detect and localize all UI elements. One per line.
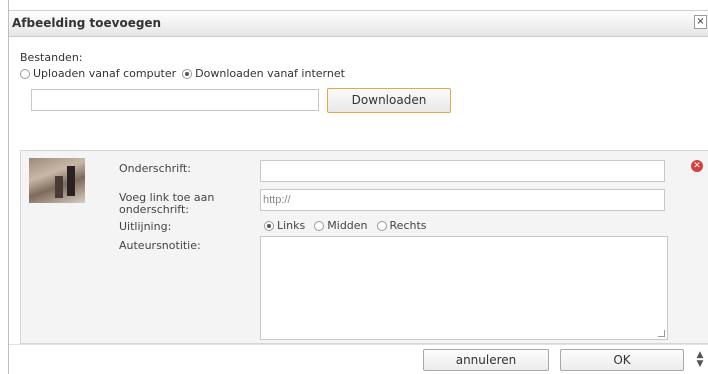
- radio-align-left[interactable]: [264, 220, 274, 231]
- files-label: Bestanden:: [20, 51, 83, 64]
- add-image-dialog: Afbeelding toevoegen × Bestanden: Upload…: [8, 0, 708, 374]
- remove-image-icon[interactable]: ✕: [691, 160, 703, 172]
- image-thumbnail: [29, 158, 85, 203]
- ok-button[interactable]: OK: [560, 349, 684, 371]
- cancel-button[interactable]: annuleren: [423, 349, 549, 371]
- scroll-arrows-icon[interactable]: ▲ ▼: [695, 351, 705, 369]
- author-note-label: Auteursnotitie:: [119, 239, 201, 252]
- dialog-titlebar: Afbeelding toevoegen ×: [9, 10, 708, 37]
- url-input[interactable]: [31, 89, 319, 111]
- radio-align-left-label[interactable]: Links: [277, 219, 305, 232]
- radio-download-label[interactable]: Downloaden vanaf internet: [195, 67, 345, 80]
- thumbnail-figure: [55, 176, 63, 198]
- resize-grip-icon[interactable]: [658, 330, 665, 337]
- alignment-radio-group: Links Midden Rechts: [264, 219, 436, 232]
- caption-input[interactable]: [260, 160, 665, 182]
- link-input[interactable]: http://: [260, 189, 665, 211]
- close-icon[interactable]: ×: [694, 15, 707, 29]
- radio-align-center-label[interactable]: Midden: [327, 219, 367, 232]
- link-label-line2: onderschrift:: [119, 203, 190, 216]
- dialog-title: Afbeelding toevoegen: [12, 16, 162, 30]
- radio-align-center[interactable]: [314, 220, 325, 231]
- alignment-label: Uitlijning:: [119, 220, 172, 233]
- radio-download[interactable]: [182, 68, 193, 79]
- author-note-textarea[interactable]: [260, 236, 668, 340]
- radio-align-right-label[interactable]: Rechts: [390, 219, 427, 232]
- radio-align-right[interactable]: [376, 220, 387, 231]
- radio-upload-label[interactable]: Uploaden vanaf computer: [33, 67, 176, 80]
- image-details-panel: Onderschrift: ✕ Voeg link toe aan onders…: [20, 150, 708, 344]
- footer-divider: [9, 344, 708, 345]
- download-button[interactable]: Downloaden: [327, 88, 451, 113]
- thumbnail-figure: [67, 166, 75, 196]
- source-radio-group: Uploaden vanaf computer Downloaden vanaf…: [20, 67, 351, 80]
- radio-upload[interactable]: [20, 68, 30, 79]
- caption-label: Onderschrift:: [119, 162, 191, 175]
